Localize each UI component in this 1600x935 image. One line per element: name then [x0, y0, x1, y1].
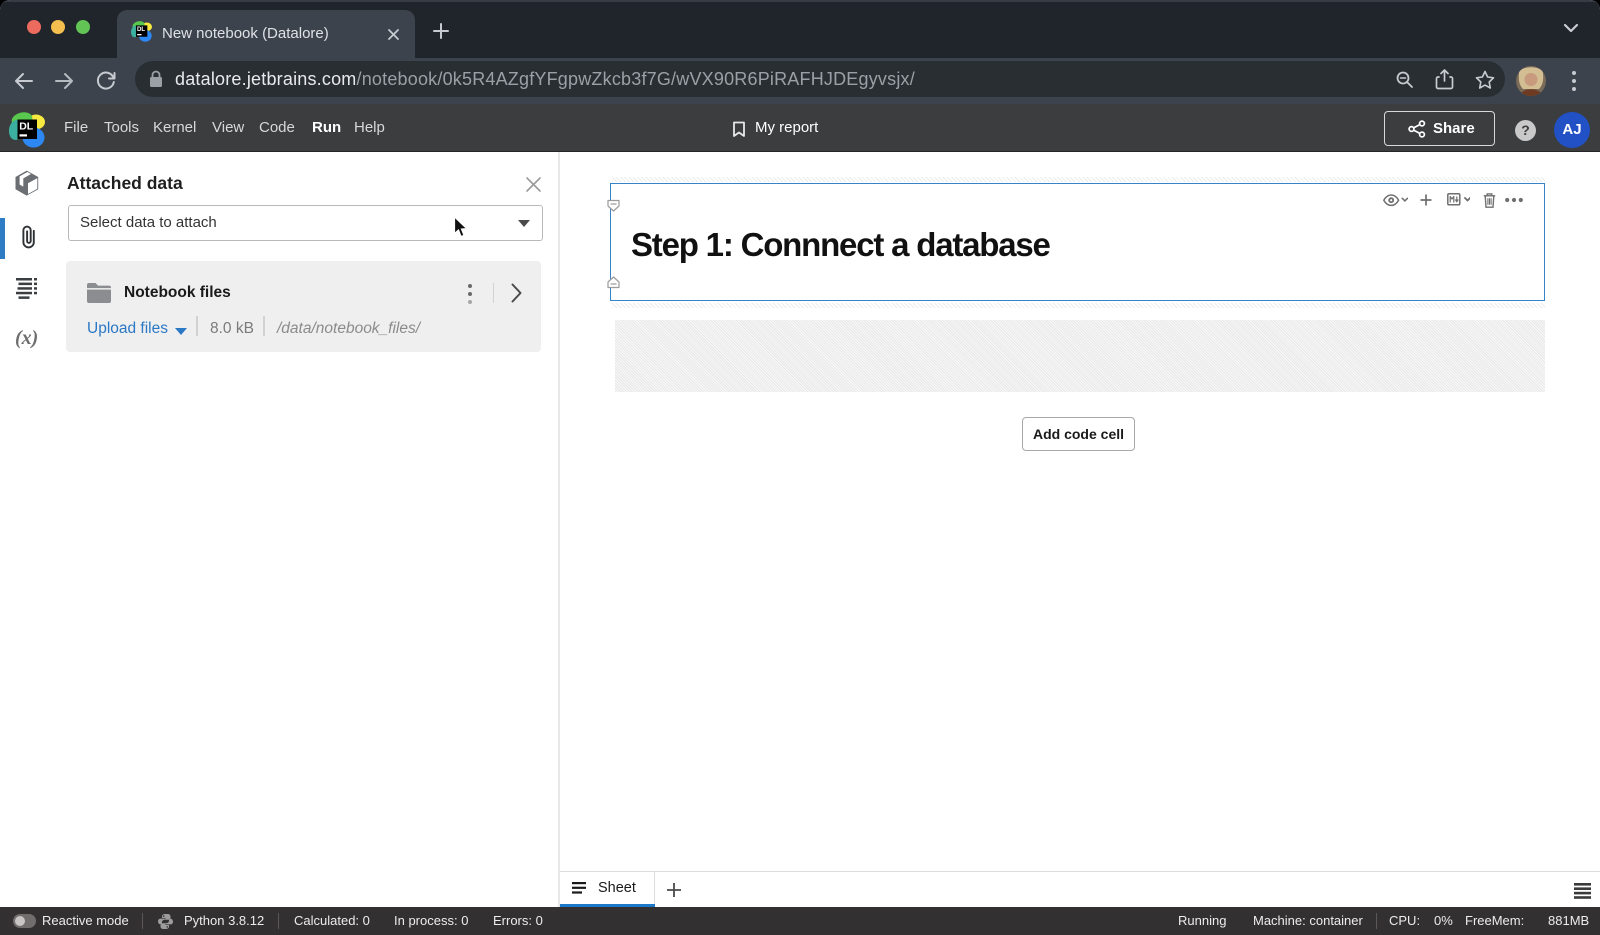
svg-text:DL: DL	[19, 120, 34, 132]
svg-text:DL: DL	[137, 26, 145, 33]
